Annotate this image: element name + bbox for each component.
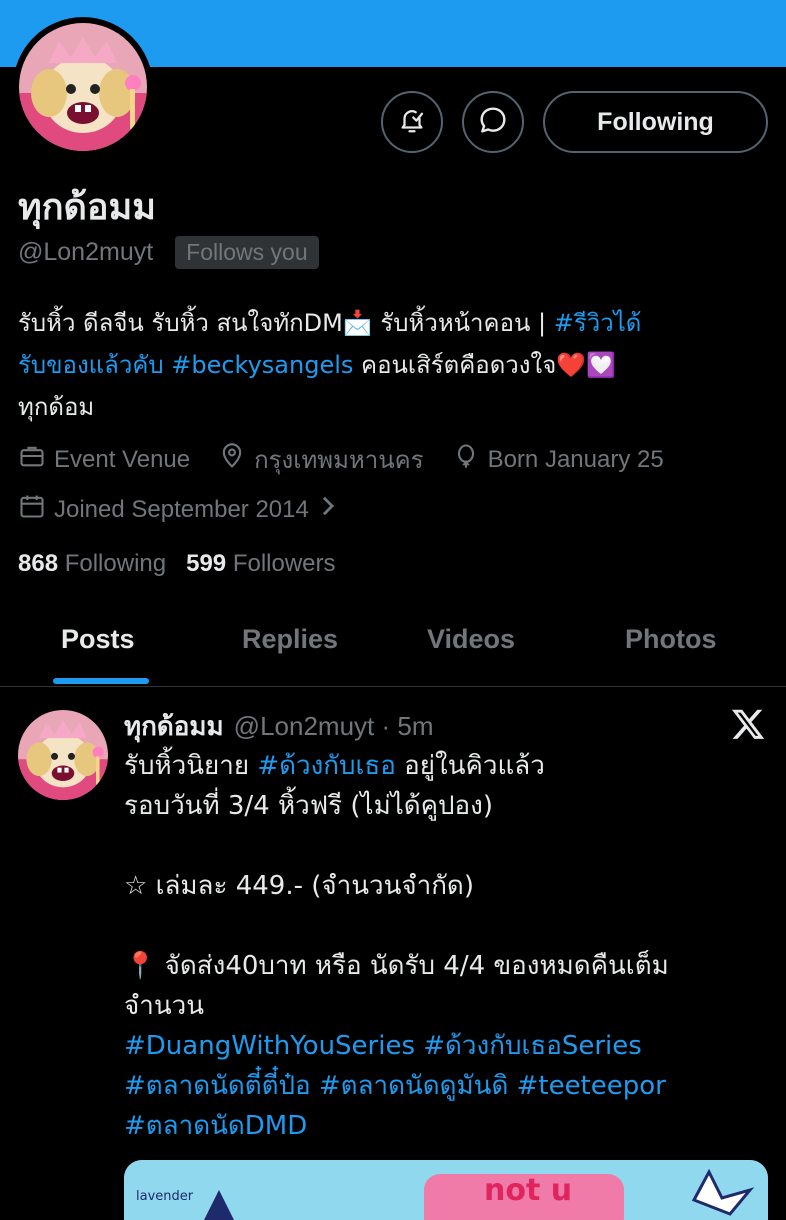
- avatar: [19, 23, 147, 151]
- post-hashtag-link[interactable]: #ด้วงกับเธอ: [257, 751, 396, 781]
- post-text-line: อยู่ในคิวแล้ว: [395, 751, 545, 781]
- post-handle-time[interactable]: @Lon2muyt · 5m: [234, 711, 434, 742]
- post-author-avatar[interactable]: [18, 710, 108, 800]
- post-author-name[interactable]: ทุกด้อมม: [124, 706, 224, 747]
- followers-stat[interactable]: 599 Followers: [186, 550, 335, 578]
- calendar-icon: [18, 492, 54, 527]
- category-item: Event Venue: [18, 442, 190, 477]
- message-bubble-icon: [477, 104, 509, 140]
- bell-check-icon: [397, 105, 427, 139]
- followers-label: Followers: [232, 550, 336, 577]
- profile-handle: @Lon2muyt: [18, 238, 154, 266]
- bio-text: คอนเสิร์ตคือดวงใจ: [353, 351, 557, 379]
- bio-text: รับหิ้ว ดีลจีน รับหิ้ว สนใจทักDM: [18, 309, 343, 337]
- joined-item[interactable]: Joined September 2014: [18, 492, 345, 527]
- profile-bio: รับหิ้ว ดีลจีน รับหิ้ว สนใจทักDM📩 รับหิ้…: [18, 302, 778, 428]
- location-text: กรุงเทพมหานคร: [254, 447, 424, 474]
- profile-avatar[interactable]: [13, 17, 153, 157]
- chevron-right-icon: [319, 495, 345, 524]
- post-header: ทุกด้อมม @Lon2muyt · 5m: [124, 706, 433, 747]
- following-button[interactable]: Following: [543, 91, 768, 153]
- profile-meta-row: Event Venue กรุงเทพมหานคร Born January 2…: [18, 440, 692, 479]
- tab-posts[interactable]: Posts: [61, 624, 135, 655]
- handle-row: @Lon2muyt Follows you: [18, 236, 319, 269]
- birthday-item: Born January 25: [452, 442, 664, 477]
- following-label: Following: [64, 550, 167, 577]
- post-media-image[interactable]: not u lavender: [124, 1160, 768, 1220]
- image-text-lavender: lavender: [136, 1189, 194, 1204]
- follows-you-badge: Follows you: [175, 236, 319, 269]
- location-pin-icon: [218, 442, 254, 477]
- bio-hashtag-link[interactable]: #beckysangels: [171, 351, 353, 379]
- tab-videos[interactable]: Videos: [427, 624, 515, 655]
- following-count: 868: [18, 550, 59, 577]
- x-logo-icon: [730, 706, 766, 742]
- balloon-icon: [452, 442, 488, 477]
- birthday-text: Born January 25: [487, 445, 664, 473]
- tab-replies[interactable]: Replies: [242, 624, 338, 655]
- tab-photos[interactable]: Photos: [625, 624, 717, 655]
- envelope-emoji: 📩: [342, 309, 373, 337]
- heart-decoration-emoji: 💟: [586, 351, 617, 379]
- post-text-line: รับหิ้วนิยาย: [124, 751, 258, 781]
- profile-tabs: Posts Replies Videos Photos: [0, 610, 786, 687]
- image-text-notu: not u: [484, 1173, 572, 1208]
- category-text: Event Venue: [54, 445, 191, 473]
- post-text: รับหิ้วนิยาย #ด้วงกับเธอ อยู่ในคิวแล้ว ร…: [124, 746, 774, 1146]
- post-hashtags[interactable]: #ตลาดนัดตี๋ตี๋ป๋อ #ตลาดนัดดูมันดิ #teete…: [124, 1066, 774, 1106]
- bio-hashtag-link[interactable]: #รีวิวได้: [554, 309, 642, 337]
- followers-count: 599: [186, 550, 227, 577]
- location-item: กรุงเทพมหานคร: [218, 440, 424, 479]
- active-tab-indicator: [53, 678, 149, 684]
- post-text-line: จำนวน: [124, 991, 204, 1021]
- post-text-line: ☆ เล่มละ 449.- (จำนวนจำกัด): [124, 871, 474, 901]
- post-text-line: จัดส่ง40บาท หรือ นัดรับ 4/4 ของหมดคืนเต็…: [156, 951, 669, 981]
- post-hashtags[interactable]: #DuangWithYouSeries #ด้วงกับเธอSeries: [124, 1026, 774, 1066]
- bio-text: รับหิ้วหน้าคอน |: [372, 309, 554, 337]
- profile-display-name: ทุกด้อมม: [18, 187, 156, 228]
- post-text-line: รอบวันที่ 3/4 หิ้วฟรี (ไม่ได้คูปอง): [124, 791, 494, 821]
- following-stat[interactable]: 868 Following: [18, 550, 166, 578]
- briefcase-icon: [18, 442, 54, 477]
- bio-hashtag-link[interactable]: รับของแล้วคับ: [18, 351, 164, 379]
- profile-stats: 868 Following 599 Followers: [18, 550, 356, 578]
- bio-text: ทุกด้อม: [18, 393, 95, 421]
- pin-emoji: 📍: [124, 951, 157, 981]
- joined-row[interactable]: Joined September 2014: [18, 492, 373, 527]
- joined-text: Joined September 2014: [54, 495, 309, 523]
- message-button[interactable]: [462, 91, 524, 153]
- heart-emoji: ❤️: [556, 351, 587, 379]
- post-hashtags[interactable]: #ตลาดนัดDMD: [124, 1106, 774, 1146]
- notifications-button[interactable]: [381, 91, 443, 153]
